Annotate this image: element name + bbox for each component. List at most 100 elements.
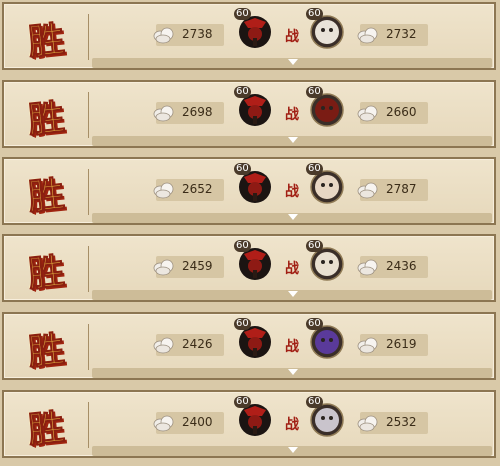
expand-arrow-icon[interactable] [288, 137, 298, 143]
expand-bar[interactable] [92, 290, 492, 300]
battle-record-row[interactable]: 胜 2426 60 战 60 2619 [2, 312, 496, 380]
versus-label: 战 [285, 29, 299, 45]
player-avatar[interactable]: 60 [234, 163, 274, 205]
player-level: 60 [234, 8, 251, 20]
enemy-avatar[interactable]: 60 [306, 396, 346, 438]
result-text: 胜 [26, 250, 67, 297]
expand-bar[interactable] [92, 213, 492, 223]
battle-record-row[interactable]: 胜 2459 60 战 60 2436 [2, 234, 496, 302]
result-text: 胜 [26, 328, 67, 375]
player-score-box: 2400 [153, 412, 224, 434]
expand-bar[interactable] [92, 58, 492, 68]
expand-arrow-icon[interactable] [288, 447, 298, 453]
result-text: 胜 [26, 96, 67, 143]
victory-badge: 胜 [20, 171, 72, 220]
player-score: 2400 [182, 415, 213, 429]
player-score: 2652 [182, 182, 213, 196]
enemy-score: 2732 [386, 27, 417, 41]
enemy-score-box: 2787 [357, 179, 428, 201]
silver-cloud-icon [357, 182, 378, 199]
divider [88, 246, 89, 292]
enemy-score-box: 2732 [357, 24, 428, 46]
silver-cloud-icon [357, 259, 378, 276]
player-level: 60 [234, 396, 251, 408]
battle-record-row[interactable]: 胜 2738 60 战 60 2732 [2, 2, 496, 70]
silver-cloud-icon [153, 105, 174, 122]
divider [88, 92, 89, 138]
versus-label: 战 [285, 417, 299, 433]
silver-cloud-icon [153, 27, 174, 44]
enemy-score-box: 2532 [357, 412, 428, 434]
expand-arrow-icon[interactable] [288, 214, 298, 220]
silver-cloud-icon [357, 337, 378, 354]
player-score: 2698 [182, 105, 213, 119]
victory-badge: 胜 [20, 248, 72, 297]
enemy-score: 2436 [386, 259, 417, 273]
enemy-avatar[interactable]: 60 [306, 318, 346, 360]
player-avatar[interactable]: 60 [234, 86, 274, 128]
expand-bar[interactable] [92, 136, 492, 146]
player-score: 2459 [182, 259, 213, 273]
enemy-score: 2787 [386, 182, 417, 196]
versus-label: 战 [285, 107, 299, 123]
versus-label: 战 [285, 184, 299, 200]
battle-record-row[interactable]: 胜 2652 60 战 60 2787 [2, 157, 496, 225]
enemy-avatar[interactable]: 60 [306, 163, 346, 205]
enemy-level: 60 [306, 86, 323, 98]
result-text: 胜 [26, 406, 67, 453]
victory-badge: 胜 [20, 16, 72, 65]
result-text: 胜 [26, 18, 67, 65]
silver-cloud-icon [357, 27, 378, 44]
silver-cloud-icon [153, 259, 174, 276]
expand-arrow-icon[interactable] [288, 369, 298, 375]
expand-arrow-icon[interactable] [288, 59, 298, 65]
enemy-score: 2660 [386, 105, 417, 119]
player-level: 60 [234, 240, 251, 252]
enemy-score-box: 2436 [357, 256, 428, 278]
divider [88, 402, 89, 448]
silver-cloud-icon [357, 415, 378, 432]
enemy-score-box: 2619 [357, 334, 428, 356]
versus-label: 战 [285, 339, 299, 355]
player-score-box: 2426 [153, 334, 224, 356]
enemy-score: 2619 [386, 337, 417, 351]
enemy-level: 60 [306, 396, 323, 408]
enemy-level: 60 [306, 163, 323, 175]
player-level: 60 [234, 86, 251, 98]
divider [88, 169, 89, 215]
expand-arrow-icon[interactable] [288, 291, 298, 297]
battle-record-list: 胜 2738 60 战 60 2732 胜 2698 60 战 60 2660 … [0, 0, 500, 466]
player-score: 2426 [182, 337, 213, 351]
victory-badge: 胜 [20, 94, 72, 143]
enemy-level: 60 [306, 240, 323, 252]
player-score-box: 2652 [153, 179, 224, 201]
victory-badge: 胜 [20, 326, 72, 375]
versus-label: 战 [285, 261, 299, 277]
enemy-avatar[interactable]: 60 [306, 8, 346, 50]
player-avatar[interactable]: 60 [234, 318, 274, 360]
player-avatar[interactable]: 60 [234, 396, 274, 438]
silver-cloud-icon [153, 337, 174, 354]
enemy-avatar[interactable]: 60 [306, 86, 346, 128]
divider [88, 324, 89, 370]
player-score-box: 2459 [153, 256, 224, 278]
player-score-box: 2698 [153, 102, 224, 124]
player-avatar[interactable]: 60 [234, 8, 274, 50]
player-score: 2738 [182, 27, 213, 41]
player-level: 60 [234, 163, 251, 175]
enemy-level: 60 [306, 8, 323, 20]
battle-record-row[interactable]: 胜 2400 60 战 60 2532 [2, 390, 496, 458]
result-text: 胜 [26, 173, 67, 220]
player-avatar[interactable]: 60 [234, 240, 274, 282]
victory-badge: 胜 [20, 404, 72, 453]
silver-cloud-icon [153, 415, 174, 432]
battle-record-row[interactable]: 胜 2698 60 战 60 2660 [2, 80, 496, 148]
expand-bar[interactable] [92, 446, 492, 456]
enemy-score: 2532 [386, 415, 417, 429]
enemy-level: 60 [306, 318, 323, 330]
enemy-score-box: 2660 [357, 102, 428, 124]
enemy-avatar[interactable]: 60 [306, 240, 346, 282]
player-level: 60 [234, 318, 251, 330]
expand-bar[interactable] [92, 368, 492, 378]
silver-cloud-icon [153, 182, 174, 199]
